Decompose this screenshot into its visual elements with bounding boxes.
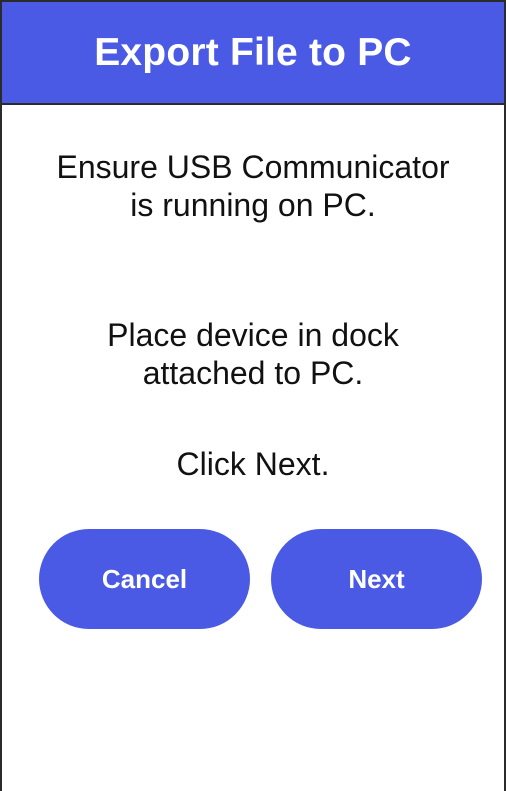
app-header: Export File to PC — [2, 2, 504, 103]
page-title: Export File to PC — [94, 30, 412, 74]
next-button[interactable]: Next — [271, 529, 482, 629]
instruction-click-next: Click Next. — [176, 446, 330, 482]
header-divider — [2, 103, 504, 105]
cancel-button[interactable]: Cancel — [39, 529, 250, 629]
export-dialog-screen: Export File to PC Ensure USB Communicato… — [0, 0, 506, 791]
instruction-usb-communicator: Ensure USB Communicator is running on PC… — [56, 149, 450, 223]
instruction-place-device: Place device in dock attached to PC. — [107, 317, 399, 391]
